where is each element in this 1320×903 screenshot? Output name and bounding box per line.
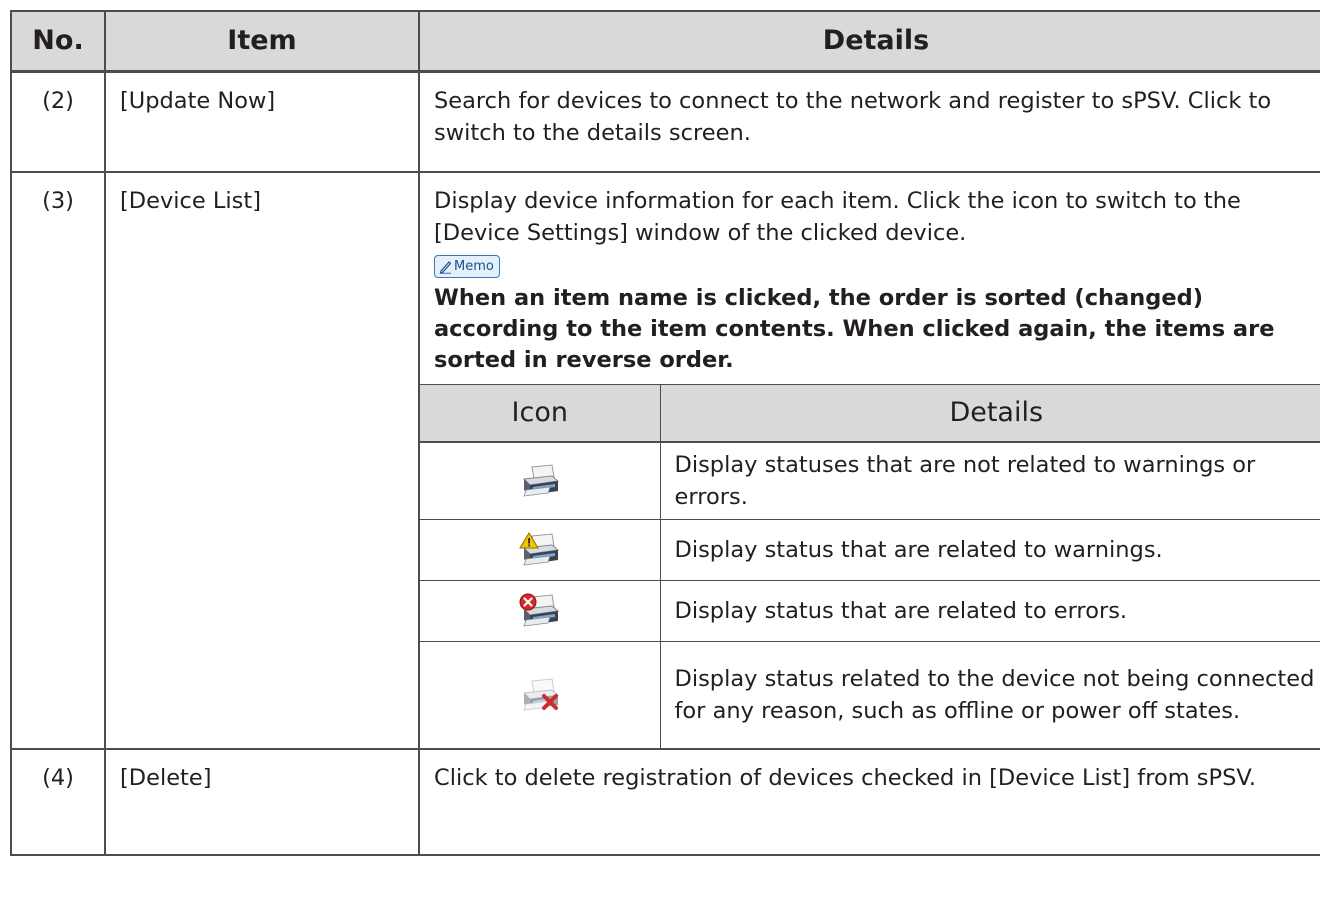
row-details-text: Display device information for each item… xyxy=(434,188,1241,246)
header-details: Details xyxy=(418,10,1320,73)
icon-header-icon: Icon xyxy=(420,384,661,443)
icon-description: Display status that are related to warni… xyxy=(659,519,1320,581)
header-no: No. xyxy=(10,10,106,73)
row-number: (2) xyxy=(10,70,106,173)
table-header-row: No. Item Details xyxy=(10,10,1320,73)
header-item: Item xyxy=(104,10,420,73)
memo-label: Memo xyxy=(454,259,494,274)
memo-badge: Memo xyxy=(434,255,500,278)
pencil-icon xyxy=(439,261,452,274)
row-number: (4) xyxy=(10,748,106,856)
icon-description: Display status that are related to error… xyxy=(659,580,1320,642)
icon-description: Display status related to the device not… xyxy=(659,641,1320,748)
icon-cell xyxy=(420,641,661,748)
row-item: [Device List] xyxy=(104,171,420,750)
icon-description: Display statuses that are not related to… xyxy=(659,441,1320,520)
table-row-update-now: (2) [Update Now] Search for devices to c… xyxy=(10,70,1320,173)
row-details: Click to delete registration of devices … xyxy=(418,748,1320,856)
row-item: [Delete] xyxy=(104,748,420,856)
table-row-delete: (4) [Delete] Click to delete registratio… xyxy=(10,748,1320,856)
row-details: Search for devices to connect to the net… xyxy=(418,70,1320,173)
row-number: (3) xyxy=(10,171,106,750)
printer-error-icon xyxy=(519,593,559,627)
table-row-device-list: (3) [Device List] Display device informa… xyxy=(10,171,1320,750)
printer-warning-icon xyxy=(518,532,559,566)
icon-cell xyxy=(420,519,661,581)
memo-text: When an item name is clicked, the order … xyxy=(434,285,1275,373)
icon-status-table: Icon Details Display statuses that are n… xyxy=(420,384,1320,748)
printer-normal-icon xyxy=(523,464,559,497)
icon-table-row: Display status that are related to warni… xyxy=(420,519,1320,581)
icon-cell xyxy=(420,441,661,520)
device-list-reference-table: No. Item Details (2) [Update Now] Search… xyxy=(10,10,1320,856)
icon-header-details: Details xyxy=(659,384,1320,443)
icon-table-row: Display statuses that are not related to… xyxy=(420,441,1320,520)
icon-cell xyxy=(420,580,661,642)
icon-table-row: Display status related to the device not… xyxy=(420,641,1320,748)
icon-table-header-row: Icon Details xyxy=(420,384,1320,443)
printer-offline-icon xyxy=(523,678,559,711)
icon-table-row: Display status that are related to error… xyxy=(420,580,1320,642)
row-item: [Update Now] xyxy=(104,70,420,173)
document-page: No. Item Details (2) [Update Now] Search… xyxy=(0,0,1320,903)
row-details: Display device information for each item… xyxy=(418,171,1320,750)
